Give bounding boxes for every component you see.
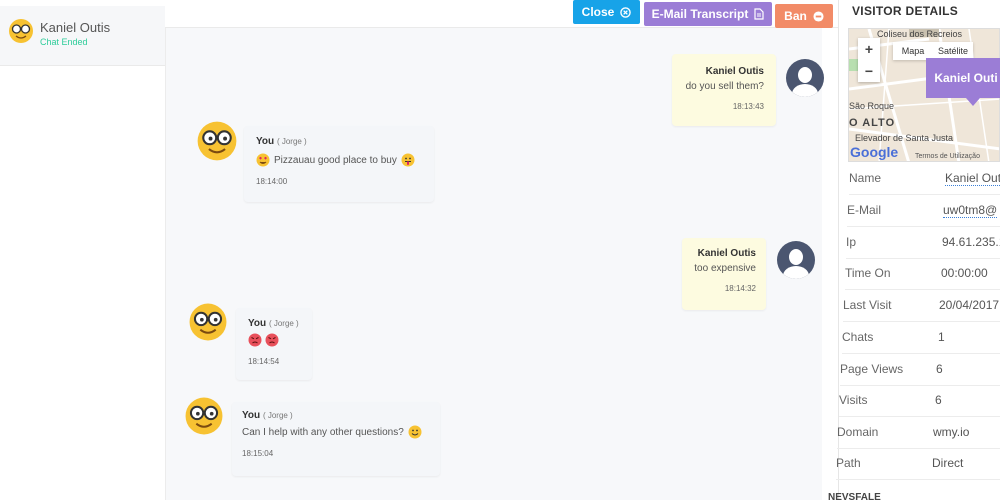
map-label: O ALTO [849,117,896,129]
detail-key: Path [836,456,861,470]
chat-list-visitor-name: Kaniel Outis [40,20,111,35]
message-text-row: Pizzauau good place to buy [256,153,422,167]
visitor-avatar [777,241,815,279]
message-sender: You ( Jorge ) [256,136,307,147]
message-sender-sub: ( Jorge ) [262,411,293,420]
close-chat-button[interactable]: Close [573,0,640,24]
agent-nerd-avatar [189,303,227,341]
detail-row-name: Name Kaniel Outi [849,165,1000,195]
detail-value-chats: 1 [938,330,945,344]
nerd-emoji-avatar [9,19,33,43]
detail-value-ip: 94.61.235.1 [942,235,1000,249]
detail-value-time-on: 00:00:00 [941,266,988,280]
message-sender: Kaniel Outis [697,248,756,259]
visitor-details-title: VISITOR DETAILS [852,4,959,18]
detail-key: Chats [842,330,874,344]
minus-circle-icon [813,10,824,22]
angry-emoji-icon [265,333,279,347]
angry-emoji-icon [248,333,262,347]
map-zoom-in-button[interactable]: + [858,38,880,60]
detail-row-visits: Visits 6 [839,387,1000,417]
document-icon [754,8,764,20]
detail-row-time-on: Time On 00:00:00 [845,260,1000,290]
message-sender-sub: ( Jorge ) [276,137,307,146]
heart-eyes-emoji-icon [256,153,270,167]
message-text: too expensive [694,263,756,274]
agent-nerd-avatar [197,121,237,161]
detail-row-chats: Chats 1 [842,324,1000,354]
map-label: Elevador de Santa Justa [855,133,954,143]
email-transcript-button[interactable]: E-Mail Transcript [644,2,772,26]
map-label: São Roque [849,101,895,111]
detail-key: Visits [839,393,868,407]
agent-message: You ( Jorge ) 18:14:54 [236,308,312,380]
message-text: Pizzauau good place to buy [274,154,397,166]
visitor-message: Kaniel Outis do you sell them? 18:13:43 [672,54,776,126]
smile-emoji-icon [408,425,422,439]
message-sender-sub: ( Jorge ) [268,319,299,328]
message-time: 18:14:00 [256,177,288,186]
detail-value-domain: wmy.io [933,425,970,439]
map-label: Coliseu dos Recreios [877,29,963,39]
message-sender: Kaniel Outis [705,66,764,77]
message-text-row: Can I help with any other questions? [242,425,430,439]
next-section-heading: NEVSFALE [828,492,881,500]
chat-list-status: Chat Ended [40,37,88,47]
visitor-message: Kaniel Outis too expensive 18:14:32 [682,238,766,310]
message-time: 18:14:32 [724,284,756,293]
detail-row-ip: Ip 94.61.235.1 [846,229,1000,259]
message-time: 18:15:04 [242,449,274,458]
email-button-label: E-Mail Transcript [651,7,749,21]
agent-message: You ( Jorge ) Pizzauau good place to buy… [244,126,434,202]
detail-value-name[interactable]: Kaniel Outi [945,171,1000,186]
detail-row-path: Path Direct [836,450,1000,480]
map-terms-link[interactable]: Termos de Utilização [915,153,980,160]
detail-key: Last Visit [843,298,892,312]
message-sender: You ( Jorge ) [248,318,299,329]
tongue-emoji-icon [401,153,415,167]
chat-list-sidebar: Kaniel Outis Chat Ended [0,0,187,500]
message-sender: You ( Jorge ) [242,410,293,421]
map-zoom-out-button[interactable]: − [858,60,880,82]
close-circle-icon [620,6,632,18]
detail-key: Time On [845,266,891,280]
visitor-avatar [786,59,824,97]
detail-row-email: E-Mail uw0tm8@ [847,197,1000,227]
close-button-label: Close [581,5,615,19]
message-text: do you sell them? [685,81,764,92]
detail-key: Page Views [840,362,904,376]
chat-list-item[interactable]: Kaniel Outis Chat Ended [0,6,187,66]
detail-key: Name [849,171,882,185]
agent-nerd-avatar [185,397,223,435]
google-logo: Google [850,144,899,160]
detail-row-last-visit: Last Visit 20/04/2017 [843,292,1000,322]
ban-button-label: Ban [784,9,807,23]
detail-value-email[interactable]: uw0tm8@ [943,203,998,218]
detail-value-page-views: 6 [936,362,943,376]
message-text: Can I help with any other questions? [242,426,404,438]
detail-value-visits: 6 [935,393,942,407]
ban-visitor-button[interactable]: Ban [775,4,833,28]
detail-value-last-visit: 20/04/2017 [939,298,1000,312]
detail-key: E-Mail [847,203,882,217]
detail-key: Domain [837,425,879,439]
detail-row-domain: Domain wmy.io [837,419,1000,449]
message-time: 18:13:43 [732,102,764,111]
message-time: 18:14:54 [248,357,280,366]
map-zoom-controls: + − [858,38,880,82]
detail-value-path: Direct [932,456,964,470]
map-location-pin: Kaniel Outi [926,58,1000,106]
detail-row-page-views: Page Views 6 [840,356,1000,386]
agent-message: You ( Jorge ) Can I help with any other … [232,402,440,476]
detail-key: Ip [846,235,857,249]
message-emojis [248,333,300,347]
